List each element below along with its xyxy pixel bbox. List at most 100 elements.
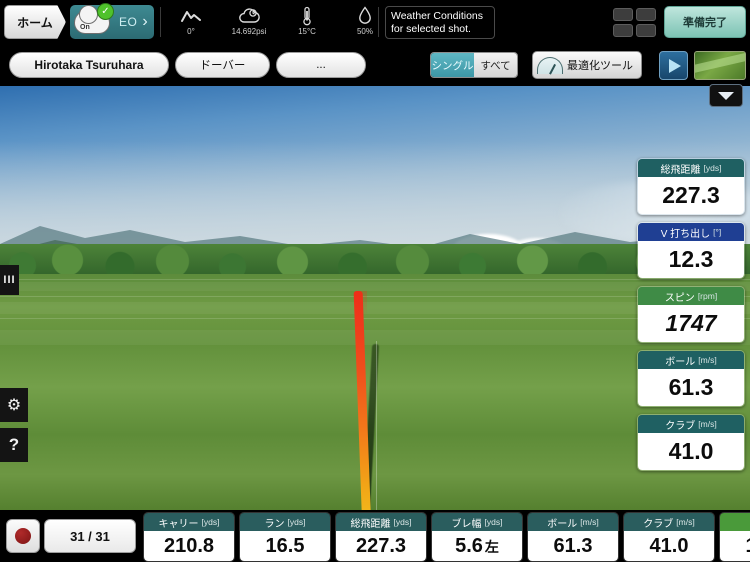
view-mode-segmented[interactable]: シングル すべて [430, 52, 518, 78]
weather-temperature[interactable]: 15°C [278, 2, 336, 44]
stat-card-value: 1747 [638, 305, 744, 342]
bottom-stat-header: キャリー [yds] [144, 513, 234, 531]
shot-counter-label: 31 / 31 [70, 528, 110, 544]
bottom-stat-unit: [m/s] [580, 517, 599, 527]
bottom-stat-value-wrap: 210.8 [144, 531, 234, 561]
stat-card-spin[interactable]: スピン [rpm] 1747 [637, 286, 745, 343]
bottom-stat-unit: [m/s] [676, 517, 695, 527]
stat-card-title: 総飛距離 [660, 164, 701, 176]
golf-simulator-app: ホーム On ✓ EO › 0° 14.692psi 15°C 50% Weat… [0, 0, 750, 562]
bottom-stat-value: 227.3 [355, 535, 407, 557]
stat-card-title: クラブ [665, 420, 696, 432]
grid-cell-4[interactable] [636, 24, 656, 37]
more-options-button[interactable]: ... [276, 52, 366, 78]
bottom-stat-value-wrap: 16.5 [240, 531, 330, 561]
help-button[interactable]: ? [0, 428, 28, 462]
top-toolbar: ホーム On ✓ EO › 0° 14.692psi 15°C 50% Weat… [0, 0, 750, 45]
stat-card-total-distance[interactable]: 総飛距離 [yds] 227.3 [637, 158, 745, 215]
weather-slope[interactable]: 0° [162, 2, 220, 44]
slope-icon [180, 5, 202, 26]
eo-label: EO [119, 15, 138, 29]
bottom-stat-ball-speed[interactable]: ボール [m/s] 61.3 [527, 512, 619, 562]
home-button[interactable]: ホーム [4, 5, 66, 39]
stat-card-value: 12.3 [638, 241, 744, 278]
scene-menu-handle[interactable]: III [0, 265, 19, 295]
view-mode-single[interactable]: シングル [431, 53, 474, 77]
bottom-stat-total-distance[interactable]: 総飛距離 [yds] 227.3 [335, 512, 427, 562]
bottom-stat-cards: キャリー [yds] 210.8 ラン [yds] 16.5 総飛距離 [yds… [143, 512, 750, 562]
bottom-stat-title: クラブ [643, 518, 674, 530]
stat-card-unit: [°] [713, 227, 722, 237]
stat-card-unit: [yds] [703, 163, 722, 173]
weather-pressure[interactable]: 14.692psi [220, 2, 278, 44]
course-thumbnail[interactable] [694, 51, 746, 80]
more-label: ... [316, 59, 326, 71]
bottom-stat-value-wrap: 1.50 [720, 531, 750, 561]
stat-card-vertical-launch[interactable]: V 打ち出し [°] 12.3 [637, 222, 745, 279]
shot-counter[interactable]: 31 / 31 [44, 519, 136, 553]
record-button[interactable] [6, 519, 40, 553]
eo-status-icon: On ✓ [74, 3, 114, 34]
weather-temperature-value: 15°C [298, 27, 316, 36]
settings-button[interactable]: ⚙ [0, 388, 28, 422]
bottom-stat-value-wrap: 41.0 [624, 531, 714, 561]
view-mode-all-label: すべて [480, 59, 511, 72]
trajectory-tip [358, 291, 367, 317]
bottom-stat-value: 41.0 [649, 535, 689, 557]
stat-card-title: スピン [664, 292, 695, 304]
pressure-cloud-icon [237, 5, 261, 26]
weather-note: Weather Conditions for selected shot. [385, 6, 495, 39]
eo-toggle-group[interactable]: On ✓ EO › [70, 3, 154, 39]
ready-button[interactable]: 準備完了 [664, 6, 746, 38]
view-mode-single-label: シングル [431, 59, 474, 72]
grid-cell-3[interactable] [613, 24, 633, 37]
play-icon [669, 58, 681, 73]
stat-card-unit: [rpm] [697, 291, 718, 301]
layout-grid-toggle[interactable] [613, 8, 656, 37]
bottom-stat-run[interactable]: ラン [yds] 16.5 [239, 512, 331, 562]
bottom-stat-title: ブレ幅 [451, 518, 482, 530]
bottom-stat-unit: [yds] [393, 517, 412, 527]
bottom-stat-offline[interactable]: ブレ幅 [yds] 5.6 左 [431, 512, 523, 562]
stat-card-unit: [m/s] [698, 419, 717, 429]
bottom-stat-unit: [yds] [287, 517, 306, 527]
stat-card-unit: [m/s] [698, 355, 717, 365]
stat-card-ball-speed[interactable]: ボール [m/s] 61.3 [637, 350, 745, 407]
club-label: ドーバー [199, 60, 246, 72]
bottom-stat-header: クラブ [m/s] [624, 513, 714, 531]
stat-card-value: 41.0 [638, 433, 744, 470]
bottom-stat-club-speed[interactable]: クラブ [m/s] 41.0 [623, 512, 715, 562]
weather-pressure-value: 14.692psi [231, 27, 267, 36]
bottom-stat-carry[interactable]: キャリー [yds] 210.8 [143, 512, 235, 562]
bottom-stat-header: ブレ幅 [yds] [432, 513, 522, 531]
scene-dropdown-button[interactable] [709, 84, 743, 107]
bottom-stat-title: ボール [547, 518, 578, 530]
stat-card-club-speed[interactable]: クラブ [m/s] 41.0 [637, 414, 745, 471]
bottom-stat-header: ミート [720, 513, 750, 531]
bottom-stat-value: 61.3 [553, 535, 593, 557]
bottom-stat-value: 210.8 [163, 535, 215, 557]
stat-card-header: クラブ [m/s] [638, 415, 744, 433]
right-stat-panels: 総飛距離 [yds] 227.3 V 打ち出し [°] 12.3 スピン [rp… [637, 158, 745, 471]
eo-state-label: On [80, 24, 90, 31]
club-select-button[interactable]: ドーバー [175, 52, 270, 78]
bottom-stat-smash-factor[interactable]: ミート 1.50 [719, 512, 750, 562]
weather-humidity-value: 50% [356, 27, 373, 36]
optimizer-tool-label: 最適化ツール [567, 60, 633, 72]
view-mode-all[interactable]: すべて [474, 53, 517, 77]
grid-cell-2[interactable] [636, 8, 656, 21]
gauge-icon [537, 56, 563, 74]
bottom-stat-header: ラン [yds] [240, 513, 330, 531]
question-mark-icon: ? [8, 435, 20, 454]
bottom-stat-suffix: 左 [484, 538, 499, 555]
optimizer-tool-button[interactable]: 最適化ツール [532, 51, 642, 79]
play-button[interactable] [659, 51, 688, 80]
player-name-button[interactable]: Hirotaka Tsuruhara [9, 52, 169, 78]
thermometer-icon [301, 5, 313, 26]
toolbar-divider [160, 7, 161, 37]
bottom-stat-value: 5.6 [455, 535, 483, 557]
bottom-stat-unit: [yds] [201, 517, 220, 527]
bottom-stat-title: 総飛距離 [350, 518, 391, 530]
bottom-stat-value-wrap: 227.3 [336, 531, 426, 561]
grid-cell-1[interactable] [613, 8, 633, 21]
